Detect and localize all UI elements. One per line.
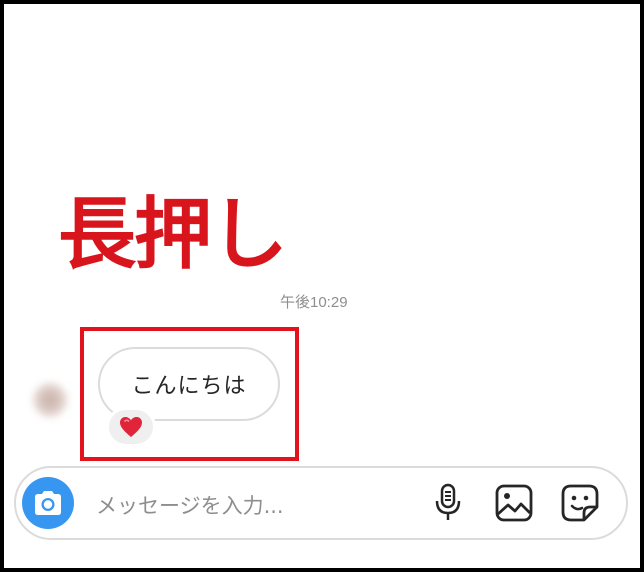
gallery-button[interactable] — [492, 481, 536, 525]
camera-icon — [35, 491, 61, 515]
microphone-icon — [435, 483, 461, 520]
microphone-button[interactable] — [426, 481, 470, 525]
highlight-box — [80, 327, 299, 461]
message-input[interactable]: メッセージを入力... — [96, 490, 284, 520]
long-press-annotation: 長押し — [58, 189, 288, 280]
camera-button[interactable] — [22, 477, 74, 529]
message-timestamp: 午後10:29 — [280, 294, 348, 311]
sticker-icon — [561, 484, 599, 522]
sticker-button[interactable] — [558, 481, 602, 525]
avatar[interactable] — [30, 380, 70, 420]
gallery-icon — [495, 484, 533, 522]
